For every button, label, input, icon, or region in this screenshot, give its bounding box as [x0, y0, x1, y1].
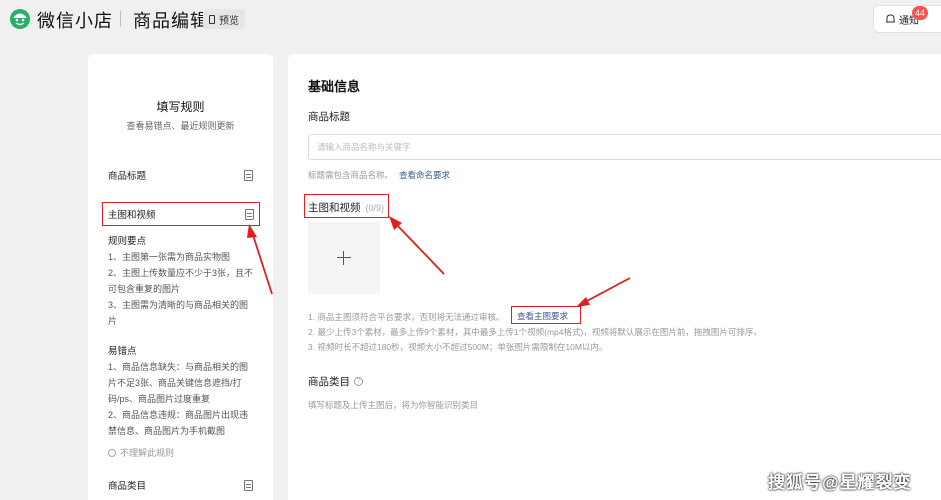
rule-item-label: 主图和视频: [108, 210, 156, 221]
media-requirement-3: 3. 视频时长不超过180秒，视频大小不超过500M；单张图片需限制在10M以内…: [308, 342, 608, 352]
rules-subtitle: 查看易错点、最近规则更新: [126, 121, 235, 131]
key-point: 1、主图第一张需为商品实物图: [108, 252, 231, 262]
document-icon: [244, 169, 253, 181]
image-upload-button[interactable]: [308, 222, 380, 294]
key-point: 3、主图需为清晰的与商品相关的图片: [108, 300, 249, 326]
media-requirement-2: 2. 最少上传3个素材，最多上传9个素材，其中最多上传1个视频(mp4格式)，视…: [308, 327, 762, 337]
key-points-heading: 规则要点: [108, 236, 147, 247]
title-hint-text: 标题需包含商品名称。: [308, 170, 394, 180]
info-circle-icon: [108, 448, 116, 457]
document-icon: [245, 208, 254, 220]
plus-icon: [337, 251, 351, 265]
pitfall: 2、商品信息违规：商品图片出现违禁信息、商品图片为手机截图: [108, 410, 249, 436]
header-divider: [120, 11, 121, 27]
product-form-panel: 基础信息 商品标题 标题需包含商品名称。查看命名要求 主图和视频 (0/9) 1.…: [288, 54, 941, 500]
media-requirement-1: 1. 商品主图须符合平台要求，否则将无法通过审核。: [308, 312, 505, 322]
page-title: 商品编辑: [133, 11, 209, 31]
watermark: 搜狐号@星耀裂变: [768, 473, 912, 492]
title-hint: 标题需包含商品名称。 查看命名要求: [308, 169, 450, 181]
notification-count-badge: 44: [912, 6, 929, 20]
pitfall: 1、商品信息缺失：与商品相关的图片不足3张、商品关键信息遮挡/打码/ps、商品图…: [108, 362, 249, 404]
media-field-label: 主图和视频 (0/9): [308, 200, 384, 215]
naming-requirements-link[interactable]: 查看命名要求: [399, 170, 450, 180]
media-count: (0/9): [365, 203, 385, 213]
notification-button[interactable]: 通知: [873, 5, 941, 33]
preview-button[interactable]: 预览: [203, 9, 245, 29]
rule-item-label: 商品类目: [108, 481, 147, 492]
help-link-label: 不理解此规则: [120, 448, 175, 458]
pitfalls-heading: 易错点: [108, 346, 137, 357]
rule-item-media[interactable]: 主图和视频: [102, 202, 260, 226]
rule-item-label: 商品标题: [108, 171, 147, 182]
info-icon[interactable]: ?: [354, 377, 363, 386]
media-label-text: 主图和视频: [308, 202, 361, 214]
title-input[interactable]: [308, 134, 941, 160]
document-icon: [244, 479, 253, 491]
phone-icon: [209, 14, 215, 24]
rules-panel: 填写规则 查看易错点、最近规则更新 商品标题 主图和视频 规则要点 1、主图第一…: [88, 54, 273, 500]
key-point: 2、主图上传数量应不少于3张，且不可包含重复的图片: [108, 268, 254, 294]
app-title: 微信小店: [37, 11, 113, 31]
shop-logo-icon: [10, 9, 30, 29]
image-requirements-link[interactable]: 查看主图要求: [517, 310, 568, 322]
section-heading: 基础信息: [308, 79, 361, 94]
category-field-label: 商品类目 ?: [308, 374, 363, 389]
top-bar: 微信小店 商品编辑 预览 通知 44: [0, 0, 941, 38]
bell-icon: [886, 14, 895, 23]
category-label-text: 商品类目: [308, 376, 350, 388]
category-hint: 填写标题及上传主图后，将为你智能识别类目: [308, 400, 479, 410]
rules-title: 填写规则: [156, 100, 205, 114]
key-points-list: 1、主图第一张需为商品实物图 2、主图上传数量应不少于3张，且不可包含重复的图片…: [108, 249, 253, 329]
rule-item-title[interactable]: 商品标题: [108, 167, 253, 183]
preview-label: 预览: [219, 15, 239, 27]
help-link[interactable]: 不理解此规则: [108, 446, 174, 459]
pitfalls-list: 1、商品信息缺失：与商品相关的图片不足3张、商品关键信息遮挡/打码/ps、商品图…: [108, 359, 253, 439]
title-field-label: 商品标题: [308, 111, 350, 123]
rule-item-category[interactable]: 商品类目: [108, 477, 253, 493]
